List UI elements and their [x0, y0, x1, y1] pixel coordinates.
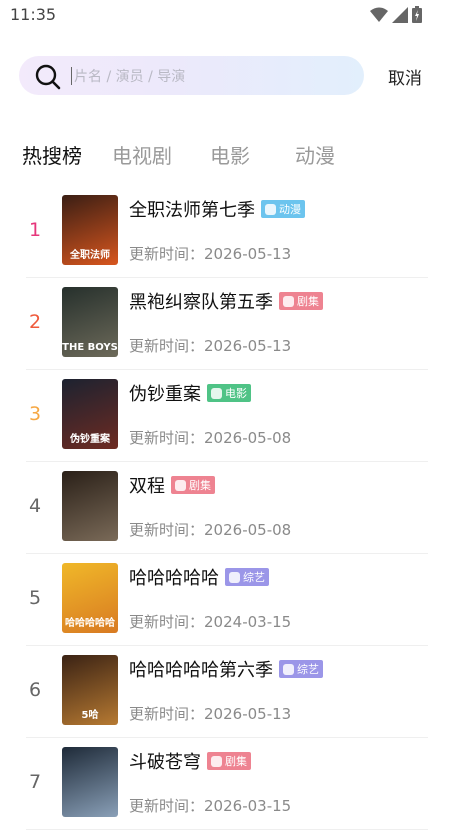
rank-number: 3 [28, 403, 42, 425]
tab-movies[interactable]: 电影 [210, 140, 250, 169]
update-time-label: 更新时间： [129, 521, 205, 539]
poster-image [62, 471, 118, 541]
rank-number: 4 [28, 495, 42, 517]
update-time-label: 更新时间： [129, 337, 205, 355]
poster-text: 哈哈哈哈哈 [65, 618, 115, 629]
poster-image: 全职法师 [62, 195, 118, 265]
rank-number: 2 [28, 311, 42, 333]
badge-label: 剧集 [225, 755, 247, 768]
badge-label: 动漫 [279, 203, 301, 216]
list-item[interactable]: 7 斗破苍穹 剧集 更新时间：2026-03-15 [26, 737, 428, 830]
update-date: 2026-05-13 [204, 245, 292, 263]
item-title: 斗破苍穹 [129, 752, 201, 773]
badge-icon [283, 295, 294, 307]
status-icons [370, 6, 422, 23]
update-date: 2026-05-08 [204, 521, 292, 539]
rank-number: 6 [28, 679, 42, 701]
badge-label: 剧集 [189, 479, 211, 492]
search-input[interactable]: 片名 / 演员 / 导演 [19, 56, 364, 95]
rank-number: 1 [28, 219, 42, 241]
update-time-label: 更新时间： [129, 705, 205, 723]
list-item[interactable]: 2 THE BOYS 黑袍纠察队第五季 剧集 更新时间：2026-05-13 [26, 277, 428, 370]
badge-label: 综艺 [297, 663, 319, 676]
category-tabs: 热搜榜 电视剧 电影 动漫 [0, 140, 454, 174]
category-badge: 剧集 [171, 476, 215, 494]
list-item[interactable]: 6 5哈 哈哈哈哈哈第六季 综艺 更新时间：2026-05-13 [26, 645, 428, 738]
poster-image: 5哈 [62, 655, 118, 725]
search-icon [35, 64, 61, 90]
signal-icon [392, 6, 408, 23]
list-item[interactable]: 3 伪钞重案 伪钞重案 电影 更新时间：2026-05-08 [26, 369, 428, 462]
badge-label: 电影 [225, 387, 247, 400]
update-time-label: 更新时间： [129, 797, 205, 815]
list-item[interactable]: 4 双程 剧集 更新时间：2026-05-08 [26, 461, 428, 554]
cancel-button[interactable]: 取消 [388, 64, 422, 89]
item-title: 伪钞重案 [129, 384, 201, 405]
wifi-icon [370, 7, 388, 22]
badge-label: 剧集 [297, 295, 319, 308]
badge-icon [229, 571, 240, 583]
search-placeholder: 片名 / 演员 / 导演 [74, 69, 186, 85]
tab-tv-series[interactable]: 电视剧 [112, 140, 172, 169]
badge-icon [175, 479, 186, 491]
badge-icon [283, 663, 294, 675]
badge-icon [211, 755, 222, 767]
poster-image: 伪钞重案 [62, 379, 118, 449]
poster-image: THE BOYS [62, 287, 118, 357]
category-badge: 剧集 [207, 752, 251, 770]
category-badge: 电影 [207, 384, 251, 402]
poster-text: 5哈 [81, 710, 99, 721]
update-date: 2024-03-15 [204, 613, 292, 631]
update-time-label: 更新时间： [129, 245, 205, 263]
badge-icon [211, 387, 222, 399]
update-date: 2026-05-13 [204, 705, 292, 723]
item-title: 哈哈哈哈哈 [129, 568, 219, 589]
tab-anime[interactable]: 动漫 [295, 140, 335, 169]
tab-hot-search[interactable]: 热搜榜 [22, 140, 82, 169]
text-caret [71, 67, 72, 85]
update-date: 2026-03-15 [204, 797, 292, 815]
poster-text: 伪钞重案 [70, 434, 110, 445]
poster-image: 哈哈哈哈哈 [62, 563, 118, 633]
category-badge: 动漫 [261, 200, 305, 218]
update-time-label: 更新时间： [129, 429, 205, 447]
rank-number: 7 [28, 771, 42, 793]
poster-text: THE BOYS [62, 342, 118, 353]
category-badge: 综艺 [279, 660, 323, 678]
item-title: 双程 [129, 476, 165, 497]
poster-text: 全职法师 [70, 250, 110, 261]
update-date: 2026-05-08 [204, 429, 292, 447]
category-badge: 综艺 [225, 568, 269, 586]
item-title: 哈哈哈哈哈第六季 [129, 660, 273, 681]
item-title: 全职法师第七季 [129, 200, 255, 221]
badge-label: 综艺 [243, 571, 265, 584]
update-date: 2026-05-13 [204, 337, 292, 355]
battery-icon [412, 6, 422, 23]
status-time: 11:35 [10, 5, 57, 24]
item-title: 黑袍纠察队第五季 [129, 292, 273, 313]
category-badge: 剧集 [279, 292, 323, 310]
badge-icon [265, 203, 276, 215]
status-bar: 11:35 [0, 0, 454, 32]
update-time-label: 更新时间： [129, 613, 205, 631]
rank-number: 5 [28, 587, 42, 609]
list-item[interactable]: 1 全职法师 全职法师第七季 动漫 更新时间：2026-05-13 [26, 185, 428, 278]
list-item[interactable]: 5 哈哈哈哈哈 哈哈哈哈哈 综艺 更新时间：2024-03-15 [26, 553, 428, 646]
